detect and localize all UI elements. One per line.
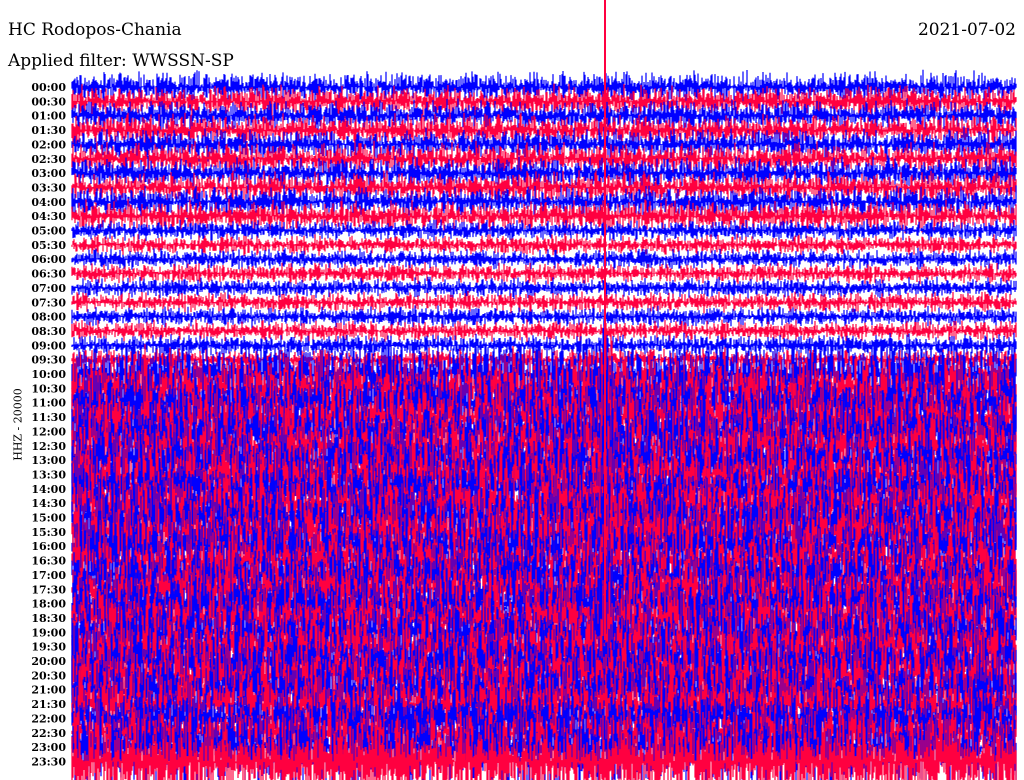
trace-label: 21:30 — [31, 698, 66, 711]
trace-label: 10:00 — [31, 368, 66, 381]
seismic-trace — [71, 233, 1017, 256]
helicorder-plot: 00:0000:30 01:0001:3002:00 02:3003:0003:30… — [31, 0, 1017, 780]
trace-label: 09:00 — [31, 339, 66, 352]
trace-label: 14:00 — [31, 483, 66, 496]
trace-label: 18:30 — [31, 612, 66, 625]
trace-label: 07:30 — [31, 296, 66, 309]
trace-label: 11:30 — [31, 411, 66, 424]
trace-label: 01:00 — [31, 110, 66, 123]
trace-label: 06:30 — [31, 268, 66, 281]
trace-label: 22:30 — [31, 727, 66, 740]
trace-label: 04:30 — [31, 210, 66, 223]
trace-label: 17:30 — [31, 583, 66, 596]
trace-label: 06:00 — [31, 253, 66, 266]
trace-label: 05:30 — [31, 239, 66, 252]
trace-label: 17:00 — [31, 569, 66, 582]
trace-label: 11:00 — [31, 397, 66, 410]
trace-label: 23:30 — [31, 755, 66, 768]
trace-label: 23:00 — [31, 741, 66, 754]
trace-label: 22:00 — [31, 712, 66, 725]
trace-label: 20:00 — [31, 655, 66, 668]
trace-label: 04:00 — [31, 196, 66, 209]
trace-label: 00:30 — [31, 95, 66, 108]
trace-label: 02:00 — [31, 138, 66, 151]
trace-label: 18:00 — [31, 598, 66, 611]
trace-label: 20:30 — [31, 669, 66, 682]
trace-label: 15:30 — [31, 526, 66, 539]
trace-label: 09:30 — [31, 354, 66, 367]
trace-label: 07:00 — [31, 282, 66, 295]
trace-label: 16:30 — [31, 555, 66, 568]
trace-label: 15:00 — [31, 512, 66, 525]
trace-label: 03:00 — [31, 167, 66, 180]
trace-label: 01:30 — [31, 124, 66, 137]
trace-label: 19:30 — [31, 641, 66, 654]
trace-label: 12:00 — [31, 425, 66, 438]
seismic-trace — [71, 262, 1017, 285]
trace-label: 00:00 — [31, 81, 66, 94]
trace-label: 13:00 — [31, 454, 66, 467]
trace-label: 03:30 — [31, 181, 66, 194]
trace-label: 08:30 — [31, 325, 66, 338]
trace-label: 02:30 — [31, 153, 66, 166]
trace-label: 13:30 — [31, 468, 66, 481]
trace-label: 21:00 — [31, 684, 66, 697]
trace-label: 10:30 — [31, 382, 66, 395]
trace-label: 16:00 — [31, 540, 66, 553]
trace-label: 14:30 — [31, 497, 66, 510]
trace-label: 08:00 — [31, 311, 66, 324]
trace-label: 05:00 — [31, 225, 66, 238]
trace-label: 12:30 — [31, 440, 66, 453]
trace-label: 19:00 — [31, 626, 66, 639]
